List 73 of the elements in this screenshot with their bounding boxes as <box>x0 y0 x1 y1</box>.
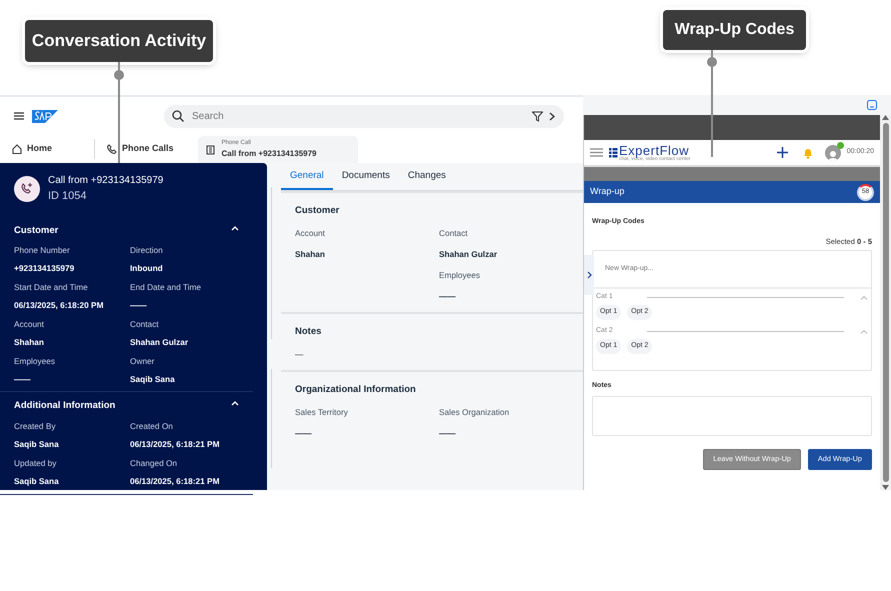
call-title: Call from +923134135979 <box>48 174 164 188</box>
field-label: Contact <box>439 226 469 240</box>
field-value: Shahan <box>14 336 45 349</box>
nav-link[interactable]: Phone Calls <box>122 142 174 156</box>
field-value: Inbound <box>130 262 164 275</box>
field-label: Employees <box>14 354 56 367</box>
tab[interactable]: Documents <box>332 163 399 190</box>
field-label: Employees <box>439 268 482 281</box>
field-label: Sales Territory <box>295 406 349 418</box>
field-label: Updated by <box>14 456 58 470</box>
field-label: Created By <box>14 420 57 432</box>
call-icon <box>14 176 40 202</box>
field-value: —— <box>439 290 457 302</box>
field-label: Start Date and Time <box>14 280 89 294</box>
field-label: Direction <box>130 244 164 256</box>
panel-title: Wrap-up <box>590 185 624 198</box>
field-label: Account <box>295 226 326 240</box>
section-title: Additional Information <box>14 400 116 412</box>
field-label: Contact <box>130 318 160 330</box>
field-value: Saqib Sana <box>130 372 176 386</box>
field-label: End Date and Time <box>130 280 202 294</box>
add-icon[interactable] <box>776 147 788 158</box>
home-icon <box>12 144 22 154</box>
field-value: Saqib Sana <box>14 475 60 488</box>
section-title: Notes <box>295 326 322 338</box>
section-title: Organizational Information <box>295 384 417 396</box>
field-value: 06/13/2025, 6:18:21 PM <box>130 438 220 451</box>
scrollbar[interactable] <box>880 115 891 490</box>
brand-name: ExpertFlow <box>619 144 690 156</box>
section-title: Customer <box>14 224 58 236</box>
call-id: ID 1054 <box>48 189 88 204</box>
callout-label: Conversation Activity <box>25 20 213 62</box>
field-value: —— <box>14 372 32 386</box>
phone-icon <box>107 144 118 154</box>
field-value: —— <box>295 427 313 440</box>
section-title: Customer <box>295 205 340 217</box>
field-value: 06/13/2025, 6:18:20 PM <box>14 299 104 312</box>
field-label: Owner <box>130 354 156 367</box>
menu-icon[interactable] <box>14 112 24 120</box>
field-label: Changed On <box>130 456 178 470</box>
home-link[interactable]: Home <box>27 142 52 156</box>
document-icon <box>206 144 216 154</box>
callout-label: Wrap-Up Codes <box>663 10 806 50</box>
scroll-down-icon[interactable] <box>882 484 889 490</box>
tab[interactable]: Changes <box>398 163 455 190</box>
field-value: —— <box>130 299 148 312</box>
field-value: Shahan Gulzar <box>130 336 190 349</box>
field-value: Saqib Sana <box>14 438 60 451</box>
field-value: Shahan <box>295 248 326 261</box>
field-value: 06/13/2025, 6:18:21 PM <box>130 475 220 488</box>
scroll-up-icon[interactable] <box>882 115 889 121</box>
user-avatar[interactable] <box>824 144 841 160</box>
search-icon <box>172 110 184 122</box>
tab-title: Call from +923134135979 <box>222 148 316 160</box>
field-label: Sales Organization <box>439 406 510 418</box>
search-field[interactable]: Search <box>190 108 526 124</box>
chevron-right-icon[interactable] <box>549 112 556 120</box>
search-bar[interactable]: Search <box>164 104 564 128</box>
minimize-icon[interactable] <box>867 100 877 110</box>
expand-tab[interactable] <box>584 255 594 295</box>
scroll-thumb[interactable] <box>882 123 888 482</box>
logo-icon <box>32 110 58 122</box>
field-label: Phone Number <box>14 244 71 256</box>
filter-icon[interactable] <box>532 110 543 122</box>
field-value: Shahan Gulzar <box>439 248 498 261</box>
field-label: Account <box>14 318 45 330</box>
chevron-right-icon <box>586 271 592 279</box>
logo-icon <box>609 148 618 158</box>
field-value: — <box>295 348 304 360</box>
field-label: Created On <box>130 420 174 432</box>
notes-field[interactable] <box>592 396 872 436</box>
field-value: +923134135979 <box>14 262 76 275</box>
field-value: —— <box>439 427 457 440</box>
